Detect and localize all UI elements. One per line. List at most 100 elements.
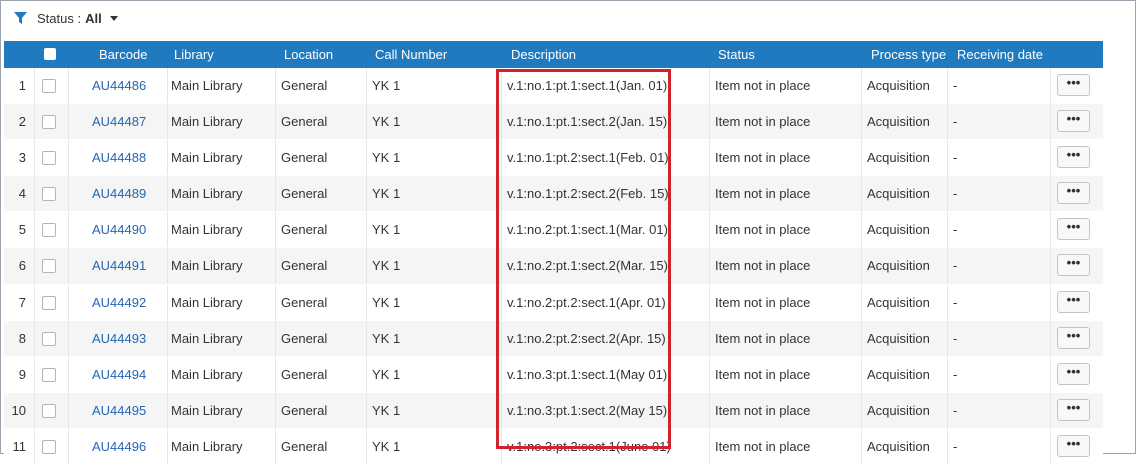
row-checkbox[interactable]: [42, 295, 56, 310]
column-divider: [167, 212, 168, 248]
table-row[interactable]: 3 AU44488 Main Library General YK 1 v.1:no.1:…: [4, 140, 1103, 177]
column-divider: [275, 104, 276, 140]
receiving-date-cell: -: [953, 222, 958, 238]
row-number: 11: [12, 438, 27, 454]
barcode-link[interactable]: AU44486: [92, 68, 146, 103]
row-actions-button[interactable]: •••: [1057, 398, 1090, 421]
table-row[interactable]: 10 AU44495 Main Library General YK 1 v.1:no.3…: [4, 392, 1103, 429]
description-cell: v.1:no.2:pt.2:sect.1(Apr. 01): [507, 294, 666, 310]
column-divider: [1050, 212, 1051, 248]
process-type-cell: Acquisition: [867, 222, 930, 238]
column-divider: [34, 140, 35, 176]
process-type-cell: Acquisition: [867, 114, 930, 130]
receiving-date-cell: -: [953, 402, 958, 418]
barcode-link[interactable]: AU44489: [92, 176, 146, 211]
barcode-link[interactable]: AU44487: [92, 104, 146, 139]
row-checkbox[interactable]: [42, 367, 56, 382]
table-row[interactable]: 7 AU44492 Main Library General YK 1 v.1:no.2:…: [4, 284, 1103, 321]
receiving-date-cell: -: [953, 438, 958, 454]
column-divider: [167, 320, 168, 356]
library-cell: Main Library: [171, 402, 243, 418]
column-divider: [366, 104, 367, 140]
row-checkbox[interactable]: [42, 187, 56, 202]
column-divider: [709, 104, 710, 140]
row-actions-button[interactable]: •••: [1057, 362, 1090, 385]
table-row[interactable]: 1 AU44486 Main Library General YK 1 v.1:no.1:…: [4, 68, 1103, 105]
row-checkbox[interactable]: [42, 403, 56, 418]
table-row[interactable]: 6 AU44491 Main Library General YK 1 v.1:no.2:…: [4, 248, 1103, 285]
barcode-link[interactable]: AU44491: [92, 248, 146, 283]
column-divider: [167, 104, 168, 140]
row-checkbox[interactable]: [42, 259, 56, 274]
col-status[interactable]: Status: [718, 41, 755, 68]
column-divider: [275, 320, 276, 356]
call-number-cell: YK 1: [372, 438, 401, 454]
column-divider: [366, 176, 367, 212]
column-divider: [501, 284, 502, 320]
column-divider: [68, 104, 69, 140]
col-barcode[interactable]: Barcode: [99, 41, 147, 68]
col-call-number[interactable]: Call Number: [375, 41, 447, 68]
status-cell: Item not in place: [715, 186, 811, 202]
row-checkbox[interactable]: [42, 331, 56, 346]
row-checkbox[interactable]: [42, 439, 56, 454]
row-checkbox[interactable]: [42, 115, 56, 130]
status-cell: Item not in place: [715, 150, 811, 166]
status-filter-dropdown[interactable]: Status : All: [37, 11, 118, 26]
table-row[interactable]: 11 AU44496 Main Library General YK 1 v.1:no.3…: [4, 428, 1103, 465]
process-type-cell: Acquisition: [867, 438, 930, 454]
col-library[interactable]: Library: [174, 41, 214, 68]
table-row[interactable]: 4 AU44489 Main Library General YK 1 v.1:no.1:…: [4, 176, 1103, 213]
column-divider: [1050, 428, 1051, 464]
col-receiving-date[interactable]: Receiving date: [957, 41, 1043, 68]
row-actions-button[interactable]: •••: [1057, 290, 1090, 313]
select-all-checkbox[interactable]: [44, 48, 56, 60]
table-row[interactable]: 5 AU44490 Main Library General YK 1 v.1:no.2:…: [4, 212, 1103, 249]
column-divider: [34, 320, 35, 356]
column-divider: [275, 356, 276, 392]
row-actions-button[interactable]: •••: [1057, 146, 1090, 169]
row-actions-button[interactable]: •••: [1057, 110, 1090, 133]
barcode-link[interactable]: AU44495: [92, 393, 146, 428]
row-number: 8: [18, 330, 26, 346]
receiving-date-cell: -: [953, 114, 958, 130]
col-process-type[interactable]: Process type: [871, 41, 946, 68]
call-number-cell: YK 1: [372, 294, 401, 310]
column-divider: [861, 356, 862, 392]
barcode-link[interactable]: AU44492: [92, 285, 146, 320]
column-divider: [501, 428, 502, 464]
column-divider: [275, 392, 276, 428]
col-description[interactable]: Description: [511, 41, 576, 68]
column-divider: [709, 212, 710, 248]
description-cell: v.1:no.2:pt.2:sect.2(Apr. 15): [507, 330, 666, 346]
column-divider: [68, 428, 69, 464]
column-divider: [1050, 248, 1051, 284]
barcode-link[interactable]: AU44488: [92, 140, 146, 175]
table-row[interactable]: 2 AU44487 Main Library General YK 1 v.1:no.1:…: [4, 104, 1103, 141]
row-checkbox[interactable]: [42, 223, 56, 238]
barcode-link[interactable]: AU44490: [92, 212, 146, 247]
row-actions-button[interactable]: •••: [1057, 326, 1090, 349]
status-cell: Item not in place: [715, 402, 811, 418]
column-divider: [501, 176, 502, 212]
barcode-link[interactable]: AU44496: [92, 429, 146, 464]
column-divider: [1050, 320, 1051, 356]
table-row[interactable]: 8 AU44493 Main Library General YK 1 v.1:no.2:…: [4, 320, 1103, 357]
row-actions-button[interactable]: •••: [1057, 218, 1090, 241]
row-actions-button[interactable]: •••: [1057, 74, 1090, 96]
col-location[interactable]: Location: [284, 41, 333, 68]
column-divider: [501, 68, 502, 103]
row-checkbox[interactable]: [42, 79, 56, 93]
table-row[interactable]: 9 AU44494 Main Library General YK 1 v.1:no.3:…: [4, 356, 1103, 393]
library-cell: Main Library: [171, 78, 243, 93]
row-actions-button[interactable]: •••: [1057, 254, 1090, 277]
location-cell: General: [281, 222, 328, 238]
row-checkbox[interactable]: [42, 151, 56, 166]
status-filter-value: All: [85, 10, 102, 26]
barcode-link[interactable]: AU44494: [92, 357, 146, 392]
column-divider: [861, 428, 862, 464]
column-divider: [709, 320, 710, 356]
row-actions-button[interactable]: •••: [1057, 182, 1090, 205]
filter-icon[interactable]: [14, 12, 27, 24]
barcode-link[interactable]: AU44493: [92, 321, 146, 356]
